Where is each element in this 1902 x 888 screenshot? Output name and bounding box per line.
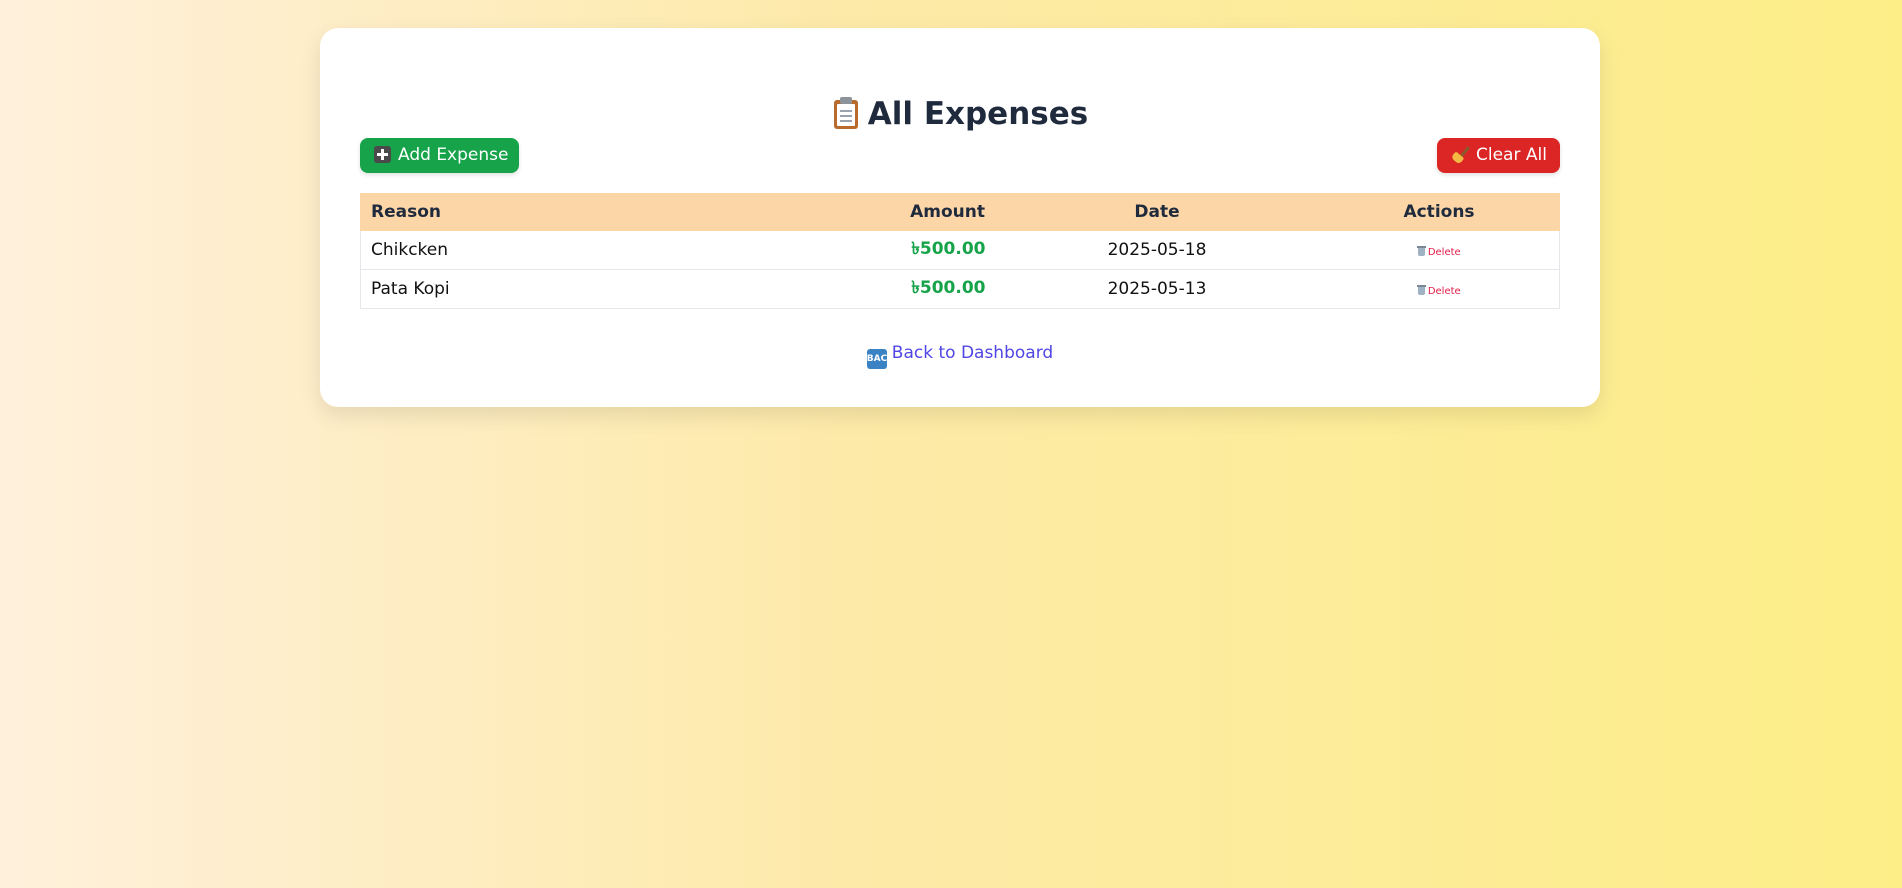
expense-amount: ৳500.00 (860, 230, 996, 270)
expense-amount: ৳500.00 (860, 269, 996, 309)
broom-icon (1450, 145, 1471, 165)
expense-date: 2025-05-18 (995, 230, 1319, 270)
clear-all-label: Clear All (1476, 145, 1547, 165)
expense-reason: Pata Kopi (360, 269, 861, 309)
header-amount: Amount (860, 193, 996, 231)
delete-label: Delete (1427, 247, 1461, 258)
add-expense-label: Add Expense (398, 145, 509, 165)
table-header-row: Reason Amount Date Actions (360, 193, 1560, 231)
header-date: Date (995, 193, 1319, 231)
trash-icon (1416, 285, 1426, 295)
page-title: All Expenses (320, 94, 1600, 134)
expenses-card: All Expenses Add Expense Clear All Reaso… (320, 28, 1600, 407)
expenses-table: Reason Amount Date Actions Chikcken ৳500… (360, 193, 1560, 309)
back-arrow-icon: BACK (866, 349, 894, 369)
back-to-dashboard-link[interactable]: BACKBack to Dashboard (320, 341, 1600, 369)
expense-date: 2025-05-13 (995, 269, 1319, 309)
expense-actions: Delete (1318, 230, 1560, 270)
clear-all-button[interactable]: Clear All (1437, 138, 1560, 173)
expense-reason: Chikcken (360, 230, 861, 270)
header-actions: Actions (1318, 193, 1560, 231)
clipboard-icon (832, 97, 860, 129)
page-title-text: All Expenses (867, 96, 1089, 132)
expense-actions: Delete (1318, 269, 1560, 309)
delete-label: Delete (1427, 286, 1461, 297)
delete-button[interactable]: Delete (1416, 246, 1461, 258)
delete-button[interactable]: Delete (1416, 285, 1461, 297)
header-reason: Reason (360, 193, 861, 231)
back-to-dashboard-label: Back to Dashboard (891, 343, 1054, 363)
plus-icon (374, 146, 391, 163)
add-expense-button[interactable]: Add Expense (360, 138, 519, 173)
table-row: Chikcken ৳500.00 2025-05-18 Delete (360, 230, 1560, 270)
table-row: Pata Kopi ৳500.00 2025-05-13 Delete (360, 269, 1560, 309)
trash-icon (1416, 246, 1426, 256)
